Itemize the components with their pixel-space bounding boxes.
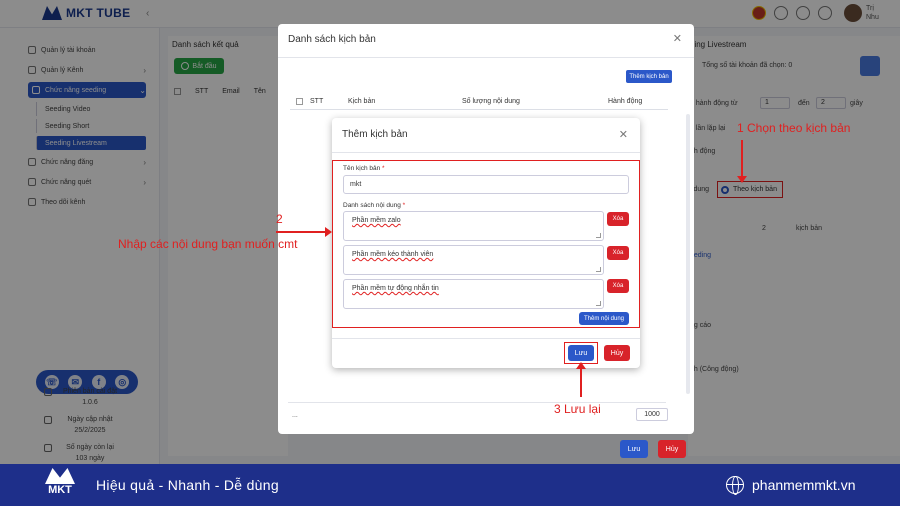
annotation-step-3: 3 Lưu lại: [554, 402, 601, 416]
mkt-logo-icon: [45, 468, 75, 484]
resize-handle-icon[interactable]: [596, 267, 601, 272]
divider: [332, 338, 640, 339]
content-text: Phần mềm zalo: [352, 217, 401, 224]
divider: [278, 57, 694, 58]
content-text: Phần mềm tự động nhắn tin: [352, 285, 439, 292]
annotation-step-1: 1 Chọn theo kịch bản: [737, 121, 851, 135]
annotation-arrow: [580, 369, 582, 397]
script-table-header: STT Kịch bản Số lượng nội dung Hành động: [290, 94, 668, 110]
pagination[interactable]: ...: [292, 412, 298, 419]
globe-icon: [726, 476, 744, 495]
annotation-arrow: [276, 231, 326, 233]
column-header: Hành động: [608, 98, 643, 105]
save-button[interactable]: Lưu: [568, 345, 594, 361]
delete-content-button[interactable]: Xóa: [607, 246, 629, 260]
cancel-button[interactable]: Hủy: [604, 345, 630, 361]
divider: [332, 152, 640, 153]
divider: [288, 402, 666, 403]
resize-handle-icon[interactable]: [596, 301, 601, 306]
script-name-label-text: Tên kịch bản: [343, 165, 381, 172]
content-list-label-text: Danh sách nội dung: [343, 202, 401, 209]
add-content-button[interactable]: Thêm nội dung: [579, 312, 629, 325]
content-textarea[interactable]: Phần mềm zalo: [343, 211, 604, 241]
arrow-right-icon: [325, 227, 332, 237]
page-size-select[interactable]: 1000: [636, 408, 668, 421]
brand-banner: MKT Hiệu quả - Nhanh - Dễ dùng phanmemmk…: [0, 464, 900, 506]
resize-handle-icon[interactable]: [596, 233, 601, 238]
close-icon[interactable]: ✕: [619, 128, 628, 141]
column-header: Kịch bản: [348, 98, 376, 105]
script-name-label: Tên kịch bản *: [343, 165, 385, 172]
column-header: Số lượng nội dung: [462, 98, 520, 105]
content-textarea[interactable]: Phần mềm kéo thành viên: [343, 245, 604, 275]
modal-title: Danh sách kịch bản: [288, 34, 376, 45]
content-text: Phần mềm kéo thành viên: [352, 251, 434, 258]
scrollbar[interactable]: [686, 114, 690, 394]
brand-logo-text: MKT: [48, 484, 72, 496]
required-marker: *: [382, 165, 385, 172]
brand-slogan: Hiệu quả - Nhanh - Dễ dùng: [96, 477, 279, 493]
outer-save-button[interactable]: Lưu: [620, 440, 648, 458]
arrow-up-icon: [576, 362, 586, 369]
add-script-button[interactable]: Thêm kịch bản: [626, 70, 672, 83]
content-list-label: Danh sách nội dung *: [343, 202, 405, 209]
modal-title: Thêm kịch bản: [342, 129, 408, 140]
delete-content-button[interactable]: Xóa: [607, 212, 629, 226]
close-icon[interactable]: ✕: [673, 32, 682, 45]
outer-cancel-button[interactable]: Hủy: [658, 440, 686, 458]
column-header: STT: [310, 98, 324, 105]
add-script-modal: Thêm kịch bản ✕ Tên kịch bản * mkt Danh …: [332, 118, 640, 368]
select-all-checkbox[interactable]: [296, 98, 303, 105]
brand-website[interactable]: phanmemmkt.vn: [752, 477, 855, 493]
delete-content-button[interactable]: Xóa: [607, 279, 629, 293]
annotation-arrow: [741, 140, 743, 178]
content-textarea[interactable]: Phần mềm tự động nhắn tin: [343, 279, 604, 309]
required-marker: *: [402, 202, 406, 209]
annotation-step-2-number: 2: [276, 212, 283, 226]
script-name-input[interactable]: mkt: [343, 175, 629, 194]
annotation-step-2: Nhập các nội dung bạn muốn cmt: [118, 237, 298, 251]
arrow-down-icon: [737, 176, 747, 183]
brand-logo: MKT: [40, 468, 80, 502]
